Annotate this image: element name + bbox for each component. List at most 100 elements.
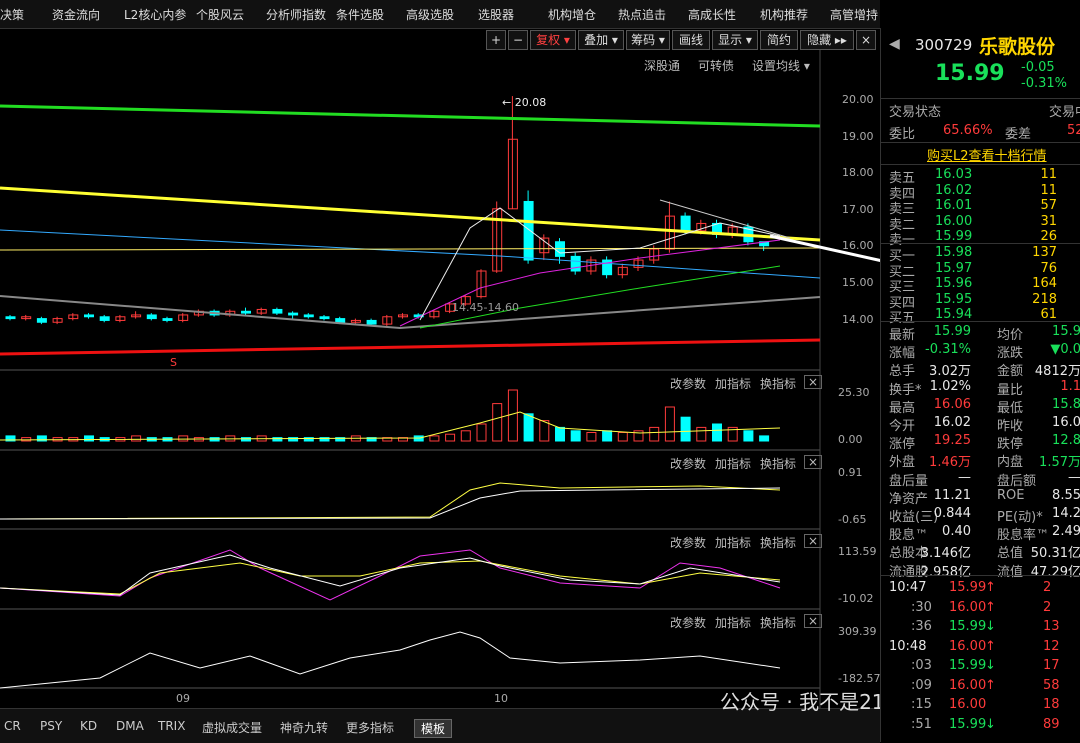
kdj-j-line [0, 549, 781, 601]
panel-close-icon[interactable]: × [804, 534, 823, 548]
hk-connect-link[interactable]: 深股通 [644, 57, 680, 74]
indicator-tab[interactable]: DMA [116, 719, 144, 733]
tick-t: :51 [911, 716, 932, 732]
overlay-button[interactable]: 叠加 ▾ [578, 30, 624, 50]
menu-item[interactable]: 个股风云 [196, 6, 244, 23]
overlay-label: 叠加 [584, 33, 609, 47]
simple-button[interactable]: 简约 [760, 30, 798, 50]
orderbook-vol: 31 [1040, 213, 1057, 229]
indicator-tab[interactable]: 虚拟成交量 [202, 719, 262, 736]
orderbook-price: 16.00 [935, 213, 973, 229]
panel-tool-button[interactable]: 加指标 [715, 455, 751, 472]
kline-chart[interactable] [0, 28, 880, 708]
orderbook-vol: 26 [1040, 229, 1057, 244]
indicator-tab[interactable]: TRIX [158, 719, 185, 733]
orderbook-row[interactable]: 买二 15.97 76 [881, 261, 1080, 280]
candle-body [335, 318, 346, 323]
quote-l2: 内盘 [997, 455, 1024, 471]
indicator-tab[interactable]: KD [80, 719, 97, 733]
orderbook-row[interactable]: 买一 15.98 137 [881, 245, 1080, 264]
menu-item[interactable]: 分析师指数 [266, 6, 326, 23]
volume-bars [5, 389, 770, 442]
quote-v2: ▼0.0 [1050, 342, 1080, 358]
menu-item[interactable]: 资金流向 [52, 6, 100, 23]
back-arrow-icon[interactable]: ◀ [889, 36, 900, 52]
quote-l2: 跌停 [997, 437, 1024, 453]
cci-line [0, 631, 781, 689]
menu-item[interactable]: 高级选股 [406, 6, 454, 23]
convertible-bond-link[interactable]: 可转债 [698, 57, 734, 74]
zoom-in-button[interactable]: + [486, 30, 506, 50]
indicator-tab[interactable]: 更多指标 [346, 719, 394, 736]
orderbook-row[interactable]: 卖五 16.03 11 [881, 167, 1080, 186]
volume-bar [84, 435, 94, 442]
indicator-tab[interactable]: PSY [40, 719, 62, 733]
orderbook-price: 16.01 [935, 198, 973, 213]
set-ma-link[interactable]: 设置均线 ▾ [752, 57, 810, 74]
panel-tool-button[interactable]: 换指标 [760, 614, 796, 631]
menu-item[interactable]: 高成长性 [688, 6, 736, 23]
tick-p: 15.99 [949, 658, 987, 673]
panel-tool-button[interactable]: 换指标 [760, 534, 796, 551]
menu-item[interactable]: 热点追击 [618, 6, 666, 23]
panel-close-icon[interactable]: × [804, 614, 823, 628]
quote-l2: 最低 [997, 400, 1024, 416]
volume-bar [586, 432, 597, 442]
orderbook-row[interactable]: 买三 15.96 164 [881, 276, 1080, 295]
range-label: 14.45-14.60 [452, 301, 519, 314]
quote-row: 最高 16.06 最低 15.8 [881, 396, 1080, 416]
volume-bar [523, 413, 534, 442]
tick-t: :09 [911, 677, 932, 693]
panel-tool-button[interactable]: 换指标 [760, 375, 796, 392]
menu-item[interactable]: 选股器 [478, 6, 514, 23]
orderbook-vol: 57 [1040, 198, 1057, 213]
hide-button[interactable]: 隐藏 ▸▸ [800, 30, 854, 50]
indicator-tab[interactable]: 神奇九转 [280, 719, 328, 736]
tick-a: ↓ [985, 658, 996, 673]
draw-button[interactable]: 画线 [672, 30, 710, 50]
panel-tool-button[interactable]: 加指标 [715, 534, 751, 551]
orderbook-row[interactable]: 卖四 16.02 11 [881, 183, 1080, 202]
tick-a: ↑ [985, 580, 996, 595]
tick-v: 2 [1043, 599, 1052, 615]
quote-v: 15.99 [933, 324, 971, 339]
tick-v: 58 [1043, 677, 1060, 693]
volume-bar [555, 426, 565, 442]
orderbook-row[interactable]: 卖二 16.00 31 [881, 213, 1080, 233]
menu-item[interactable]: 条件选股 [336, 6, 384, 23]
close-chart-button[interactable]: × [856, 30, 876, 50]
panel-tool-button[interactable]: 改参数 [670, 375, 706, 392]
menu-item[interactable]: 高管增持 [830, 6, 878, 23]
indicator-tab[interactable]: 模板 [414, 719, 453, 738]
panel-tool-button[interactable]: 改参数 [670, 614, 706, 631]
quote-v2: 16.0 [1052, 415, 1080, 430]
quote-v: 3.146亿 [920, 546, 971, 562]
menu-item[interactable]: L2核心内参 [124, 6, 186, 23]
orderbook-row[interactable]: 卖三 16.01 57 [881, 198, 1080, 217]
tick-t: :30 [911, 599, 932, 615]
orderbook-row[interactable]: 买四 15.95 218 [881, 292, 1080, 311]
display-button[interactable]: 显示 ▾ [712, 30, 758, 50]
l2-upgrade-link[interactable]: 购买L2查看十档行情 [927, 145, 1047, 164]
volume-bar [743, 430, 754, 442]
panel-tool-button[interactable]: 加指标 [715, 375, 751, 392]
zoom-out-button[interactable]: − [508, 30, 528, 50]
indicator-tab[interactable]: CR [4, 719, 21, 733]
menu-item[interactable]: 机构增仓 [548, 6, 596, 23]
menu-item[interactable]: 决策 [0, 6, 24, 23]
quote-l: 涨幅 [889, 346, 916, 362]
quote-v2: 15.8 [1052, 396, 1080, 412]
fuquan-button[interactable]: 复权 ▾ [530, 30, 576, 50]
panel-close-icon[interactable]: × [804, 375, 823, 389]
panel-tool-button[interactable]: 改参数 [670, 455, 706, 472]
panel-tool-button[interactable]: 加指标 [715, 614, 751, 631]
volume-bar [680, 416, 691, 442]
tick-row: 10:48 16.00 ↑ 12 [881, 639, 1080, 655]
panel-tool-button[interactable]: 换指标 [760, 455, 796, 472]
menu-item[interactable]: 机构推荐 [760, 6, 808, 23]
chips-button[interactable]: 筹码 ▾ [626, 30, 670, 50]
panel-tool-button[interactable]: 改参数 [670, 534, 706, 551]
tick-row: :36 15.99 ↓ 13 [881, 619, 1080, 635]
status-value: 交易中 [1049, 105, 1080, 120]
panel-close-icon[interactable]: × [804, 455, 823, 469]
